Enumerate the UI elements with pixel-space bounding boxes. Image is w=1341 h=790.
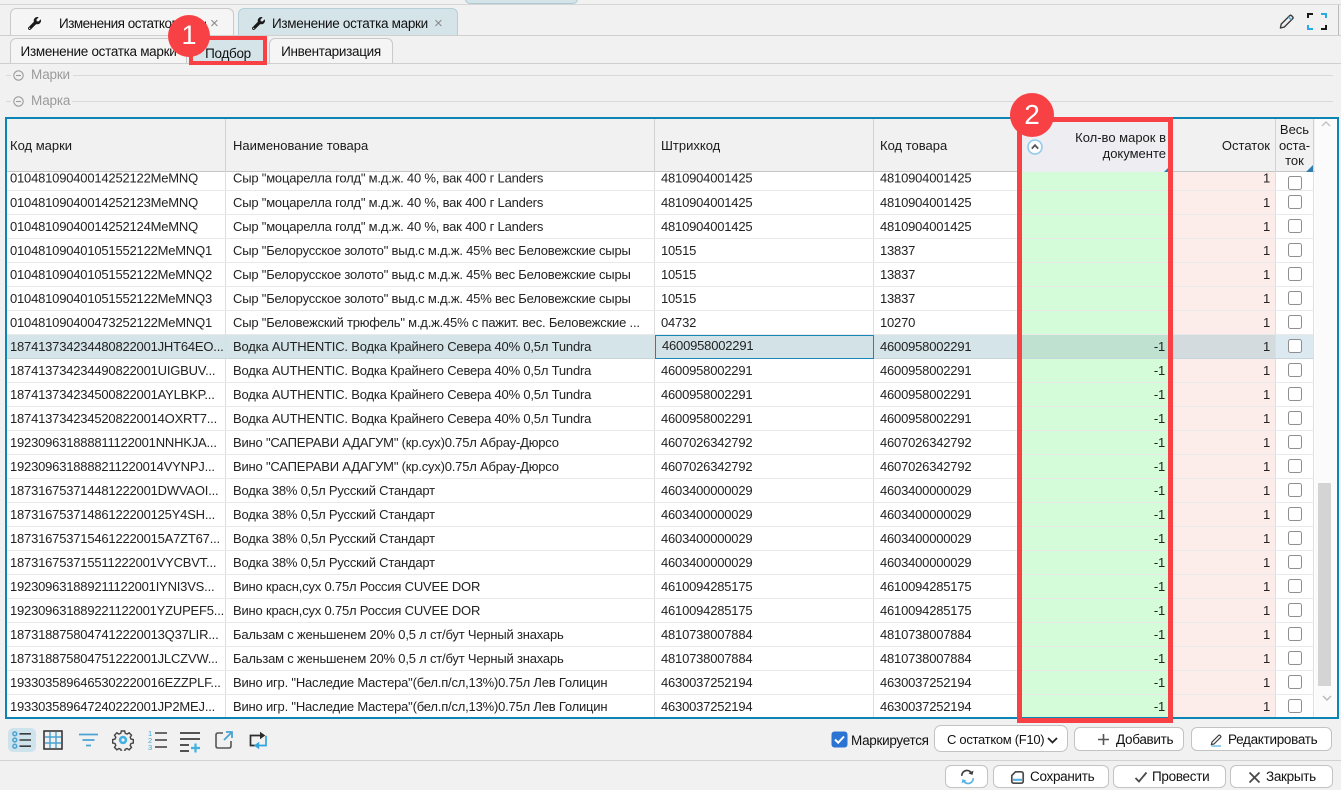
svg-text:3: 3 (148, 743, 152, 750)
